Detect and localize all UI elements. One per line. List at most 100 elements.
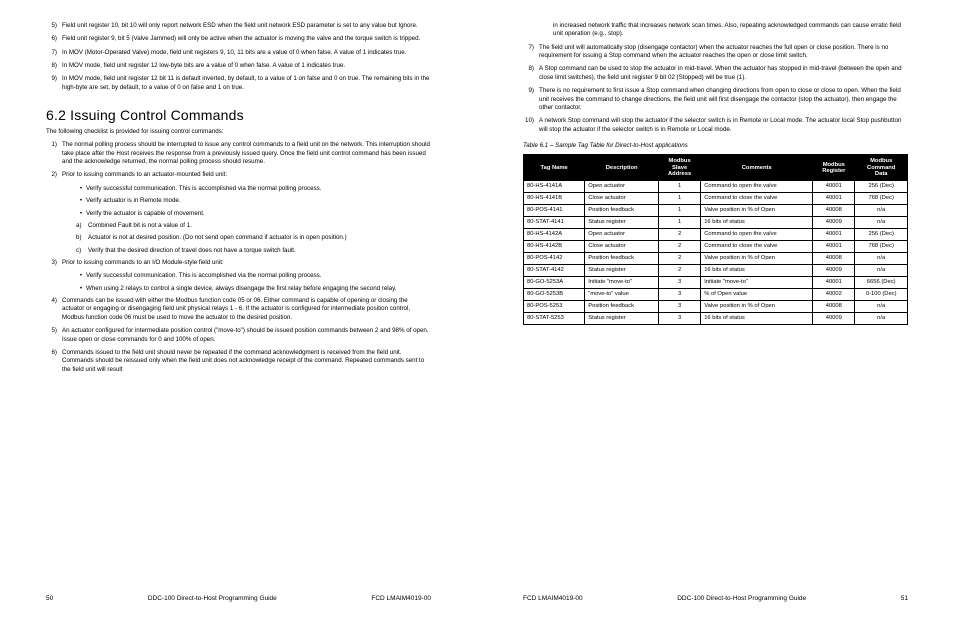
footer-left: 50 DDC-100 Direct-to-Host Programming Gu… [46,595,431,604]
table-cell: n/a [855,301,908,313]
table-cell: % of Open value [701,289,813,301]
table-cell: 80-HS-4142B [524,241,585,253]
doc-code: FCD LMAIM4019-00 [371,595,431,604]
table-header: Comments [701,155,813,181]
table-cell: Valve position in % of Open [701,301,813,313]
table-cell: 80-STAT-4142 [524,265,585,277]
table-cell: Open actuator [585,181,659,193]
table-cell: n/a [855,313,908,325]
table-cell: Status register [585,265,659,277]
list-item: 10)A network Stop command will stop the … [523,117,908,134]
table-cell: Position feedback [585,253,659,265]
letter-item: b)Actuator is not at desired position. (… [76,234,431,242]
table-cell: 40008 [813,301,855,313]
table-cell: 40009 [813,313,855,325]
list-item: 5)Field unit register 10, bit 10 will on… [46,22,431,30]
table-cell: Open actuator [585,229,659,241]
doc-code: FCD LMAIM4019-00 [523,595,583,604]
table-cell: Command to open the valve [701,181,813,193]
table-cell: 40001 [813,241,855,253]
table-cell: 80-POS-4141 [524,205,585,217]
table-cell: 40008 [813,205,855,217]
table-header: Tag Name [524,155,585,181]
table-cell: 80-GO-5253A [524,277,585,289]
bullet-item: •Verify actuator is in Remote mode. [76,197,431,205]
table-row: 80-POS-4142Position feedback2Valve posit… [524,253,908,265]
table-cell: Close actuator [585,193,659,205]
table-cell: Position feedback [585,301,659,313]
table-row: 80-GO-5253B"move-to" value3% of Open val… [524,289,908,301]
table-cell: Close actuator [585,241,659,253]
list-item: 8)In MOV mode, field unit register 12 lo… [46,62,431,70]
table-header: ModbusRegister [813,155,855,181]
list-item: 9)There is no requirement to first issue… [523,87,908,112]
table-cell: 80-POS-5253 [524,301,585,313]
table-cell: 80-HS-4141A [524,181,585,193]
table-cell: 40001 [813,277,855,289]
table-cell: Valve position in % of Open [701,253,813,265]
table-cell: 40001 [813,181,855,193]
table-cell: n/a [855,265,908,277]
list-item: 7)The field unit will automatically stop… [523,44,908,61]
table-row: 80-HS-4141BClose actuator1Command to clo… [524,193,908,205]
table-cell: 40009 [813,265,855,277]
table-cell: 80-STAT-4141 [524,217,585,229]
table-header: ModbusCommandData [855,155,908,181]
table-cell: 1 [659,181,701,193]
list-item: 4)Commands can be issued with either the… [46,297,431,322]
table-cell: 40001 [813,193,855,205]
table-row: 80-POS-4141Position feedback1Valve posit… [524,205,908,217]
doc-title: DDC-100 Direct-to-Host Programming Guide [677,595,806,604]
table-row: 80-STAT-5253Status register316 bits of s… [524,313,908,325]
list-item: 6)Field unit register 9, bit 5 (Valve Ja… [46,35,431,43]
page-left: 5)Field unit register 10, bit 10 will on… [0,0,477,618]
intro-text: The following checklist is provided for … [46,128,431,136]
table-cell: Status register [585,313,659,325]
table-row: 80-STAT-4142Status register216 bits of s… [524,265,908,277]
table-cell: 1 [659,205,701,217]
table-cell: 3 [659,301,701,313]
table-cell: 2 [659,265,701,277]
bullet-item: •Verify successful communication. This i… [76,185,431,193]
table-cell: 80-HS-4141B [524,193,585,205]
page-number: 51 [901,595,908,604]
table-cell: 40008 [813,253,855,265]
table-row: 80-STAT-4141Status register116 bits of s… [524,217,908,229]
page-right-content: in increased network traffic that increa… [523,22,908,585]
table-cell: Position feedback [585,205,659,217]
table-row: 80-HS-4142AOpen actuator2Command to open… [524,229,908,241]
table-cell: 768 (Dec) [855,193,908,205]
table-header: ModbusSlaveAddress [659,155,701,181]
table-cell: 256 (Dec) [855,181,908,193]
doc-title: DDC-100 Direct-to-Host Programming Guide [148,595,277,604]
bullet-item: •When using 2 relays to control a single… [76,285,431,293]
page-number: 50 [46,595,53,604]
continuation-text: in increased network traffic that increa… [553,22,908,39]
table-cell: Initiate "move-to" [701,277,813,289]
list-item: 5)An actuator configured for intermediat… [46,327,431,344]
page-right: in increased network traffic that increa… [477,0,954,618]
list-item: 7)In MOV (Motor-Operated Valve) mode, fi… [46,49,431,57]
table-cell: 1 [659,193,701,205]
letter-item: c)Verify that the desired direction of t… [76,247,431,255]
list-item: 1)The normal polling process should be i… [46,141,431,166]
bullet-item: •Verify successful communication. This i… [76,272,431,280]
table-cell: 2 [659,253,701,265]
table-cell: 2 [659,241,701,253]
table-row: 80-HS-4141AOpen actuator1Command to open… [524,181,908,193]
list-item: 8)A Stop command can be used to stop the… [523,65,908,82]
table-header: Description [585,155,659,181]
table-cell: 16 bits of status [701,313,813,325]
table-cell: 6656 (Dec) [855,277,908,289]
table-cell: 16 bits of status [701,265,813,277]
table-cell: "move-to" value [585,289,659,301]
tag-table: Tag NameDescriptionModbusSlaveAddressCom… [523,154,908,325]
table-cell: 0-100 (Dec) [855,289,908,301]
table-row: 80-GO-5253AInitiate "move-to"3Initiate "… [524,277,908,289]
table-row: 80-HS-4142BClose actuator2Command to clo… [524,241,908,253]
table-cell: 80-STAT-5253 [524,313,585,325]
table-row: 80-POS-5253Position feedback3Valve posit… [524,301,908,313]
table-cell: Initiate "move-to" [585,277,659,289]
table-cell: Valve position in % of Open [701,205,813,217]
table-cell: n/a [855,217,908,229]
